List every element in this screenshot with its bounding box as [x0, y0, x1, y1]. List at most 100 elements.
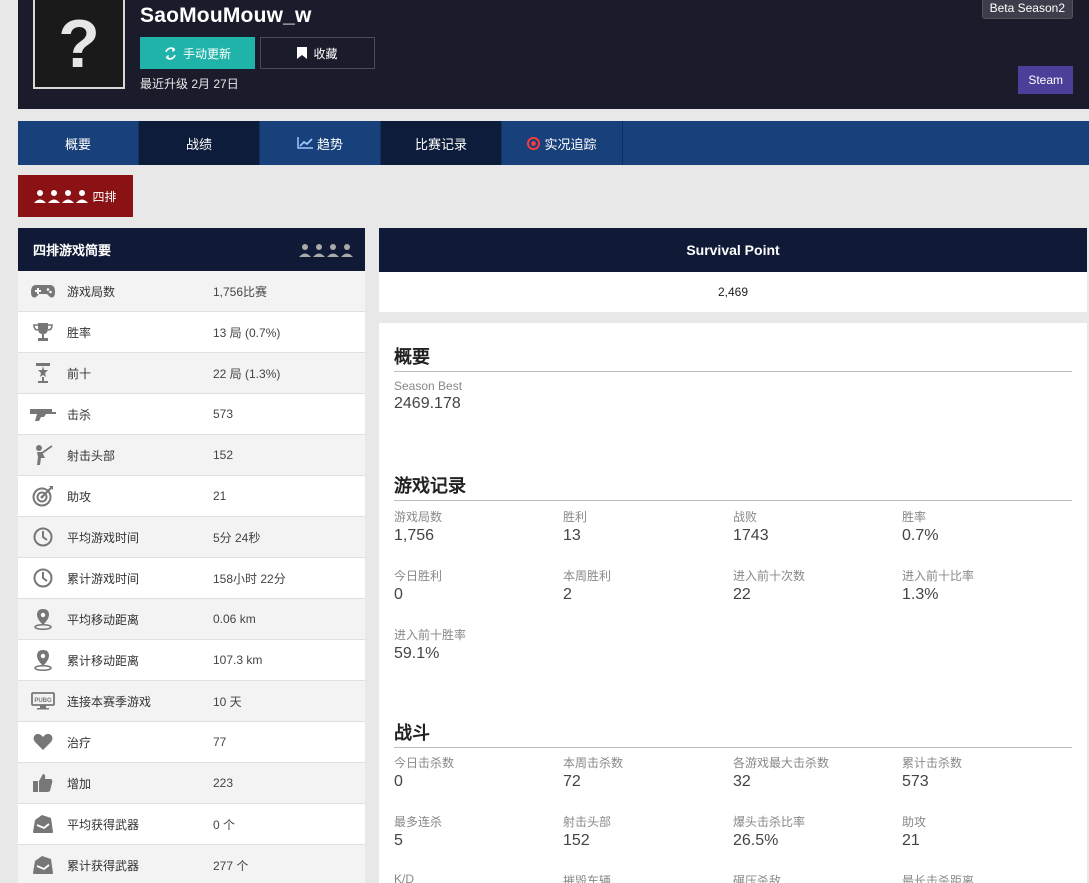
game-record-cell: 胜利 13 [563, 508, 723, 545]
stat-value: 13 [563, 527, 581, 544]
stat-label: 爆头击杀比率 [733, 815, 806, 829]
gun-icon [18, 407, 67, 421]
headshot-icon [18, 444, 67, 466]
stat-label: K/D [394, 872, 415, 883]
combat-cell: 今日击杀数 0 [394, 754, 554, 791]
season-best-value: 2469.178 [394, 395, 461, 412]
stat-value: 5 [394, 832, 403, 849]
stat-value: 152 [563, 832, 590, 849]
stat-label: 本周击杀数 [563, 756, 624, 770]
summary-row: 累计移动距离 107.3 km [18, 640, 365, 681]
game-record-cell: 进入前十次数 22 [733, 567, 893, 604]
refresh-button[interactable]: 手动更新 [140, 37, 255, 69]
summary-row-value: 22 局 (1.3%) [213, 366, 281, 381]
combat-cell: 摧毁车辆 [563, 872, 723, 883]
tab-matches-label: 比赛记录 [414, 136, 467, 152]
stat-value: 21 [902, 832, 920, 849]
summary-row-value: 5分 24秒 [213, 530, 261, 545]
location-icon [18, 608, 67, 630]
gamepad-icon [18, 283, 67, 299]
combat-cell: 助攻 21 [902, 813, 1062, 850]
stat-label: 进入前十胜率 [394, 628, 467, 642]
overview-section-title: 概要 [394, 343, 1072, 372]
svg-text:PUBG: PUBG [34, 698, 52, 704]
stat-value: 59.1% [394, 645, 440, 662]
last-update-text: 最近升级 2月 27日 [140, 77, 239, 91]
stat-value: 0 [394, 586, 403, 603]
summary-row-label: 射击头部 [67, 448, 116, 463]
summary-row-label: 累计游戏时间 [67, 571, 140, 586]
summary-row: PUBG 连接本赛季游戏 10 天 [18, 681, 365, 722]
stat-label: 今日击杀数 [394, 756, 455, 770]
combat-cell: 最多连杀 5 [394, 813, 554, 850]
stat-value: 0 [394, 773, 403, 790]
summary-header: 四排游戏简要 [18, 228, 365, 271]
heart-icon [18, 733, 67, 751]
summary-row: 平均移动距离 0.06 km [18, 599, 365, 640]
tab-record[interactable]: 战绩 [139, 121, 260, 165]
summary-row: 击杀 573 [18, 394, 365, 435]
summary-row-label: 平均游戏时间 [67, 530, 140, 545]
survival-point-value: 2,469 [379, 272, 1087, 312]
combat-cell: K/D [394, 872, 554, 883]
stat-value: 26.5% [733, 832, 779, 849]
summary-row-label: 助攻 [67, 489, 92, 504]
stat-label: 进入前十次数 [733, 569, 806, 583]
backpack-icon [18, 814, 67, 834]
game-record-cell: 本周胜利 2 [563, 567, 723, 604]
favorite-button[interactable]: 收藏 [260, 37, 375, 69]
summary-row-value: 0.06 km [213, 612, 256, 626]
tab-overview-label: 概要 [64, 136, 91, 152]
summary-row-label: 治疗 [67, 735, 92, 750]
stat-label: 最长击杀距离 [902, 874, 975, 883]
summary-row: 平均游戏时间 5分 24秒 [18, 517, 365, 558]
game-record-cell: 胜率 0.7% [902, 508, 1062, 545]
summary-row: 射击头部 152 [18, 435, 365, 476]
summary-row-value: 573 [213, 407, 234, 421]
bookmark-icon [297, 47, 308, 59]
stat-label: 碾压杀敌 [733, 874, 782, 883]
summary-row-label: 增加 [67, 776, 92, 791]
live-record-icon [527, 136, 541, 150]
combat-cell: 累计击杀数 573 [902, 754, 1062, 791]
combat-cell: 碾压杀敌 [733, 872, 893, 883]
squad-mode-button[interactable]: 四排 [18, 175, 133, 217]
tab-trend[interactable]: 趋势 [260, 121, 381, 165]
summary-row-value: 10 天 [213, 694, 242, 709]
summary-row-label: 胜率 [67, 325, 92, 340]
game-record-section-title: 游戏记录 [394, 472, 1072, 501]
stat-label: 累计击杀数 [902, 756, 963, 770]
combat-cell: 本周击杀数 72 [563, 754, 723, 791]
stat-value: 1.3% [902, 586, 939, 603]
trophy-icon [18, 322, 67, 342]
tab-matches[interactable]: 比赛记录 [381, 121, 502, 165]
combat-section-title: 战斗 [394, 719, 1072, 748]
summary-row-label: 游戏局数 [67, 284, 116, 299]
stat-label: 进入前十比率 [902, 569, 975, 583]
summary-row: 治疗 77 [18, 722, 365, 763]
avatar: ? [33, 0, 125, 89]
summary-row: 助攻 21 [18, 476, 365, 517]
squad-icon [34, 190, 89, 203]
summary-row-value: 1,756比赛 [213, 284, 268, 299]
summary-row-value: 152 [213, 448, 234, 462]
avatar-placeholder: ? [58, 5, 100, 82]
profile-header: ? SaoMouMouw_w 手动更新 收藏 最近升级 2月 27日 Beta … [18, 0, 1089, 109]
season-badge[interactable]: Beta Season2 [981, 0, 1073, 19]
summary-row: 累计游戏时间 158小时 22分 [18, 558, 365, 599]
target-icon [18, 485, 67, 507]
medal-icon [18, 362, 67, 384]
summary-row-value: 13 局 (0.7%) [213, 325, 281, 340]
stat-label: 胜率 [902, 510, 927, 524]
squad-mode-label: 四排 [92, 189, 117, 204]
survival-point-header: Survival Point [379, 228, 1087, 272]
tab-live[interactable]: 实况追踪 [502, 121, 623, 165]
summary-row-value: 0 个 [213, 817, 236, 832]
stat-value: 0.7% [902, 527, 939, 544]
season-best-label: Season Best [394, 379, 463, 393]
game-record-cell: 进入前十胜率 59.1% [394, 626, 554, 663]
summary-row-label: 平均获得武器 [67, 817, 140, 832]
tab-overview[interactable]: 概要 [18, 121, 139, 165]
tab-trend-label: 趋势 [316, 136, 343, 152]
stat-label: 摧毁车辆 [563, 874, 612, 883]
